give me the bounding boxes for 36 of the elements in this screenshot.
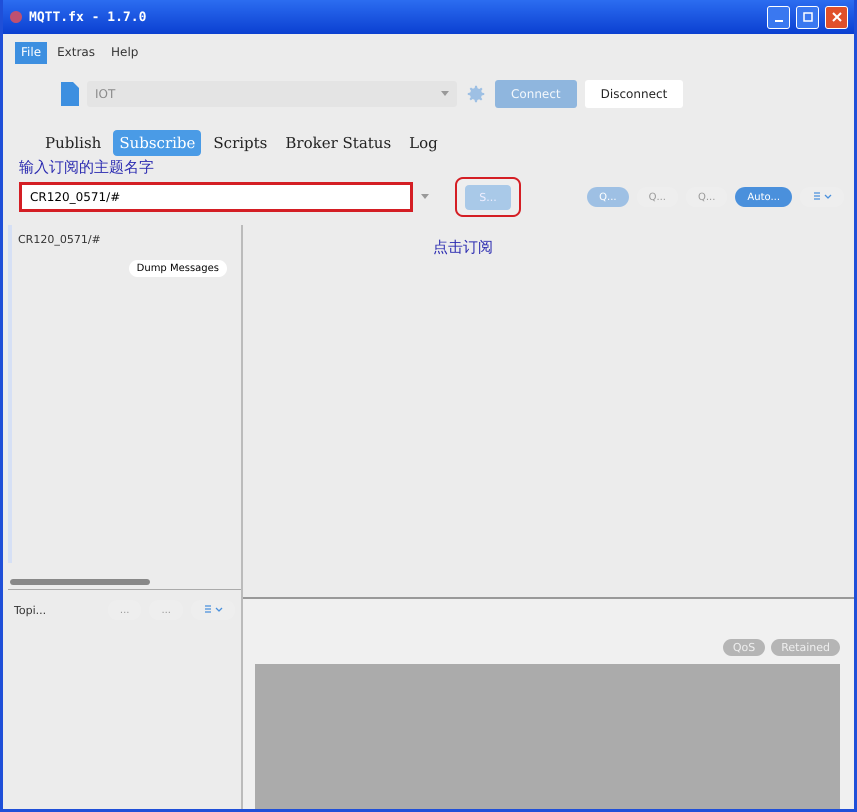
dump-messages-button[interactable]: Dump Messages [128,260,227,277]
scrollbar[interactable] [10,579,150,585]
caret-icon[interactable] [441,91,449,97]
subscription-topic: CR120_0571/# [18,233,102,246]
message-tag: Retained [771,639,840,656]
tab[interactable]: Log [403,130,444,156]
minimize-button[interactable] [767,6,790,28]
subscription-item[interactable]: CR120_0571/# Dump Messages [8,225,241,563]
file-icon [61,82,79,106]
menu-item[interactable]: File [15,42,48,64]
list-caret-icon [203,604,223,614]
profile-dropdown[interactable]: IOT [87,81,457,107]
disconnect-button[interactable]: Disconnect [584,80,684,108]
window-title: MQTT.fx - 1.7.0 [29,10,148,24]
close-button[interactable] [825,6,848,28]
caret-icon[interactable] [421,194,429,200]
annotation-text: 点击订阅 [433,238,493,256]
settings-icon[interactable] [465,83,487,105]
tab[interactable]: Broker Status [279,130,398,156]
message-tag: QoS [722,639,766,656]
close-icon [832,12,842,22]
maximize-icon [802,12,812,22]
app-icon [9,10,23,24]
list-caret-icon [812,190,832,200]
menu-item[interactable]: Extras [51,42,102,64]
tab[interactable]: Subscribe [113,130,202,156]
topic-input[interactable]: CR120_0571/# [19,182,413,212]
tab[interactable]: Scripts [207,130,274,156]
qos-button[interactable]: Q... [587,187,629,207]
minimize-icon [774,20,782,22]
topics-label: Topi... [14,604,48,616]
tab[interactable]: Publish [39,130,108,156]
autoscroll-button[interactable]: Auto... [735,187,792,207]
maximize-button[interactable] [796,6,819,28]
menu-item[interactable]: Help [105,42,144,64]
annotation-text: 输入订阅的主题名字 [19,158,154,177]
